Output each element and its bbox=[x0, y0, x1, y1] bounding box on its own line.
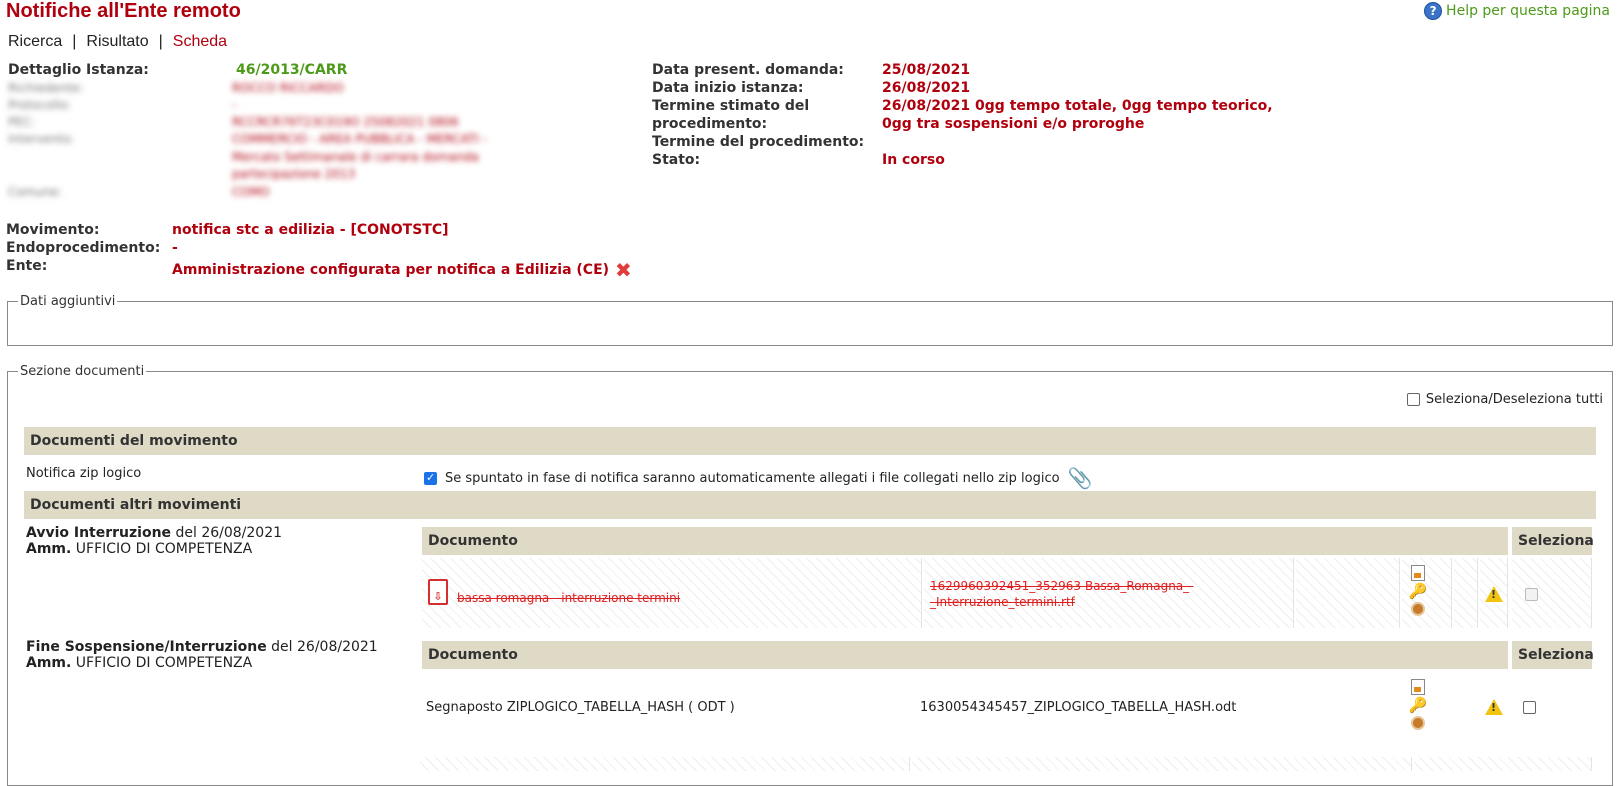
label-termine-stimato-2: procedimento: bbox=[652, 116, 768, 132]
label-movimento: Movimento: bbox=[6, 222, 100, 238]
group-1-amm: UFFICIO DI COMPETENZA bbox=[75, 541, 253, 557]
ente-row: Amministrazione configurata per notifica… bbox=[172, 258, 632, 282]
group-2-amm: UFFICIO DI COMPETENZA bbox=[75, 655, 253, 671]
intervento-line-1: COMMERCIO - AREA PUBBLICA - MERCATI - bbox=[232, 132, 487, 146]
group-2-select-checkbox[interactable] bbox=[1523, 701, 1536, 714]
key-icon[interactable]: 🔑 bbox=[1409, 584, 1428, 599]
seal-icon[interactable] bbox=[1411, 602, 1425, 616]
group-1-cell-spacer bbox=[1454, 558, 1478, 628]
ente-value: Amministrazione configurata per notifica… bbox=[172, 262, 610, 278]
next-row-cell-doc bbox=[420, 757, 910, 771]
paperclip-icon[interactable]: 📎 bbox=[1068, 466, 1093, 490]
warning-icon: ! bbox=[1485, 586, 1503, 602]
label-protocollo: Protocollo: bbox=[8, 98, 72, 112]
group-1-file-line-1: 1629960392451_352963-Bassa_Romagna_- bbox=[930, 579, 1194, 593]
comune-value: COMO bbox=[232, 185, 270, 199]
label-comune: Comune: bbox=[8, 185, 63, 199]
pec-value: RCCRCR76T23C019O 25082021 0806 bbox=[232, 115, 459, 129]
group-2-title: Fine Sospensione/Interruzione bbox=[26, 639, 267, 655]
group-1-cell-select bbox=[1512, 558, 1592, 628]
group-2-file-name[interactable]: 1630054345457_ZIPLOGICO_TABELLA_HASH.odt bbox=[920, 700, 1236, 715]
label-termine-stimato-1: Termine stimato del bbox=[652, 98, 810, 114]
group-1-actions: 🔑 bbox=[1407, 565, 1429, 616]
page-title: Notifiche all'Ente remoto bbox=[6, 0, 241, 22]
intervento-line-3: partecipazione 2013 bbox=[232, 167, 356, 181]
label-dettaglio-istanza: Dettaglio Istanza: bbox=[8, 62, 149, 78]
notifica-zip-checkbox[interactable] bbox=[424, 471, 437, 485]
group-1-col-documento: Documento bbox=[422, 527, 1508, 555]
termine-stimato-line-2: 0gg tra sospensioni e/o proroghe bbox=[882, 116, 1145, 132]
help-icon: ? bbox=[1424, 2, 1443, 20]
group-1-select-checkbox[interactable] bbox=[1525, 588, 1538, 601]
protocollo-value: - bbox=[232, 98, 237, 112]
endoprocedimento-value: - bbox=[172, 240, 178, 256]
label-stato: Stato: bbox=[652, 152, 701, 168]
group-1-file-line-2: _Interruzione_termini.rtf bbox=[930, 595, 1075, 609]
stato-value: In corso bbox=[882, 152, 945, 168]
group-1-file-name[interactable]: 1629960392451_352963-Bassa_Romagna_- _In… bbox=[930, 578, 1194, 610]
help-link[interactable]: ? Help per questa pagina bbox=[1424, 2, 1610, 20]
group-2-col-seleziona: Seleziona bbox=[1512, 641, 1594, 669]
movimento-value: notifica stc a edilizia - [CONOTSTC] bbox=[172, 222, 449, 238]
group-1-amm-label: Amm. bbox=[26, 541, 72, 557]
intervento-line-2: Mercato Settimanale di carrara domanda bbox=[232, 150, 479, 164]
select-all-label: Seleziona/Deseleziona tutti bbox=[1425, 392, 1603, 407]
document-view-icon[interactable] bbox=[1411, 679, 1425, 695]
data-inizio-value: 26/08/2021 bbox=[882, 80, 971, 96]
label-pec: PEC: bbox=[8, 115, 36, 129]
richiedente-value: ROCCO RICCARDO bbox=[232, 81, 344, 95]
dati-aggiuntivi-fieldset: Dati aggiuntivi bbox=[7, 294, 1613, 346]
notifica-zip-label: Notifica zip logico bbox=[26, 466, 142, 481]
help-label: Help per questa pagina bbox=[1446, 3, 1610, 19]
group-1-header: Avvio Interruzione del 26/08/2021 Amm. U… bbox=[26, 525, 282, 557]
seal-icon[interactable] bbox=[1411, 716, 1425, 730]
group-2-amm-label: Amm. bbox=[26, 655, 72, 671]
group-1-title: Avvio Interruzione bbox=[26, 525, 172, 541]
select-all-toggle[interactable]: Seleziona/Deseleziona tutti bbox=[1406, 392, 1603, 407]
next-row-cell-file bbox=[912, 757, 1412, 771]
istanza-number[interactable]: 46/2013/CARR bbox=[236, 62, 347, 78]
breadcrumb: Ricerca | Risultato | Scheda bbox=[8, 33, 228, 50]
data-presentazione-value: 25/08/2021 bbox=[882, 62, 971, 78]
label-ente: Ente: bbox=[6, 258, 48, 274]
remove-ente-icon[interactable]: ✖ bbox=[615, 258, 632, 282]
tab-ricerca[interactable]: Ricerca bbox=[8, 33, 62, 50]
label-richiedente: Richiedente: bbox=[8, 81, 84, 95]
group-1-col-seleziona: Seleziona bbox=[1512, 527, 1594, 555]
label-data-presentazione: Data present. domanda: bbox=[652, 62, 844, 78]
group-2-actions: 🔑 bbox=[1407, 679, 1429, 730]
document-view-icon[interactable] bbox=[1411, 565, 1425, 581]
group-2-header: Fine Sospensione/Interruzione del 26/08/… bbox=[26, 639, 378, 671]
warning-icon: ! bbox=[1485, 699, 1503, 715]
group-2-col-documento: Documento bbox=[422, 641, 1508, 669]
notifica-zip-row: Se spuntato in fase di notifica saranno … bbox=[424, 466, 1092, 490]
tab-risultato[interactable]: Risultato bbox=[86, 33, 148, 50]
section-documenti-altri: Documenti altri movimenti bbox=[24, 491, 1596, 519]
label-endoprocedimento: Endoprocedimento: bbox=[6, 240, 161, 256]
termine-stimato-line-1: 26/08/2021 0gg tempo totale, 0gg tempo t… bbox=[882, 98, 1273, 114]
next-row-cell-select bbox=[1414, 757, 1592, 771]
tab-scheda[interactable]: Scheda bbox=[173, 33, 227, 50]
group-2-date: del 26/08/2021 bbox=[271, 639, 378, 655]
section-documenti-movimento: Documenti del movimento bbox=[24, 427, 1596, 455]
label-data-inizio: Data inizio istanza: bbox=[652, 80, 804, 96]
notifica-zip-text: Se spuntato in fase di notifica saranno … bbox=[445, 470, 1060, 486]
select-all-checkbox[interactable] bbox=[1406, 393, 1420, 406]
sezione-documenti-legend: Sezione documenti bbox=[20, 364, 145, 379]
label-termine-procedimento: Termine del procedimento: bbox=[652, 134, 865, 150]
group-1-cell-empty bbox=[1296, 558, 1400, 628]
dati-aggiuntivi-legend: Dati aggiuntivi bbox=[20, 294, 116, 309]
group-2-doc-name[interactable]: Segnaposto ZIPLOGICO_TABELLA_HASH ( ODT … bbox=[426, 700, 735, 715]
label-intervento: Intervento: bbox=[8, 132, 75, 146]
key-icon[interactable]: 🔑 bbox=[1409, 698, 1428, 713]
group-1-doc-name[interactable]: bassa romagna - interruzione termini bbox=[457, 591, 680, 605]
pdf-file-icon: ⇩ bbox=[428, 579, 448, 605]
group-1-date: del 26/08/2021 bbox=[175, 525, 283, 541]
